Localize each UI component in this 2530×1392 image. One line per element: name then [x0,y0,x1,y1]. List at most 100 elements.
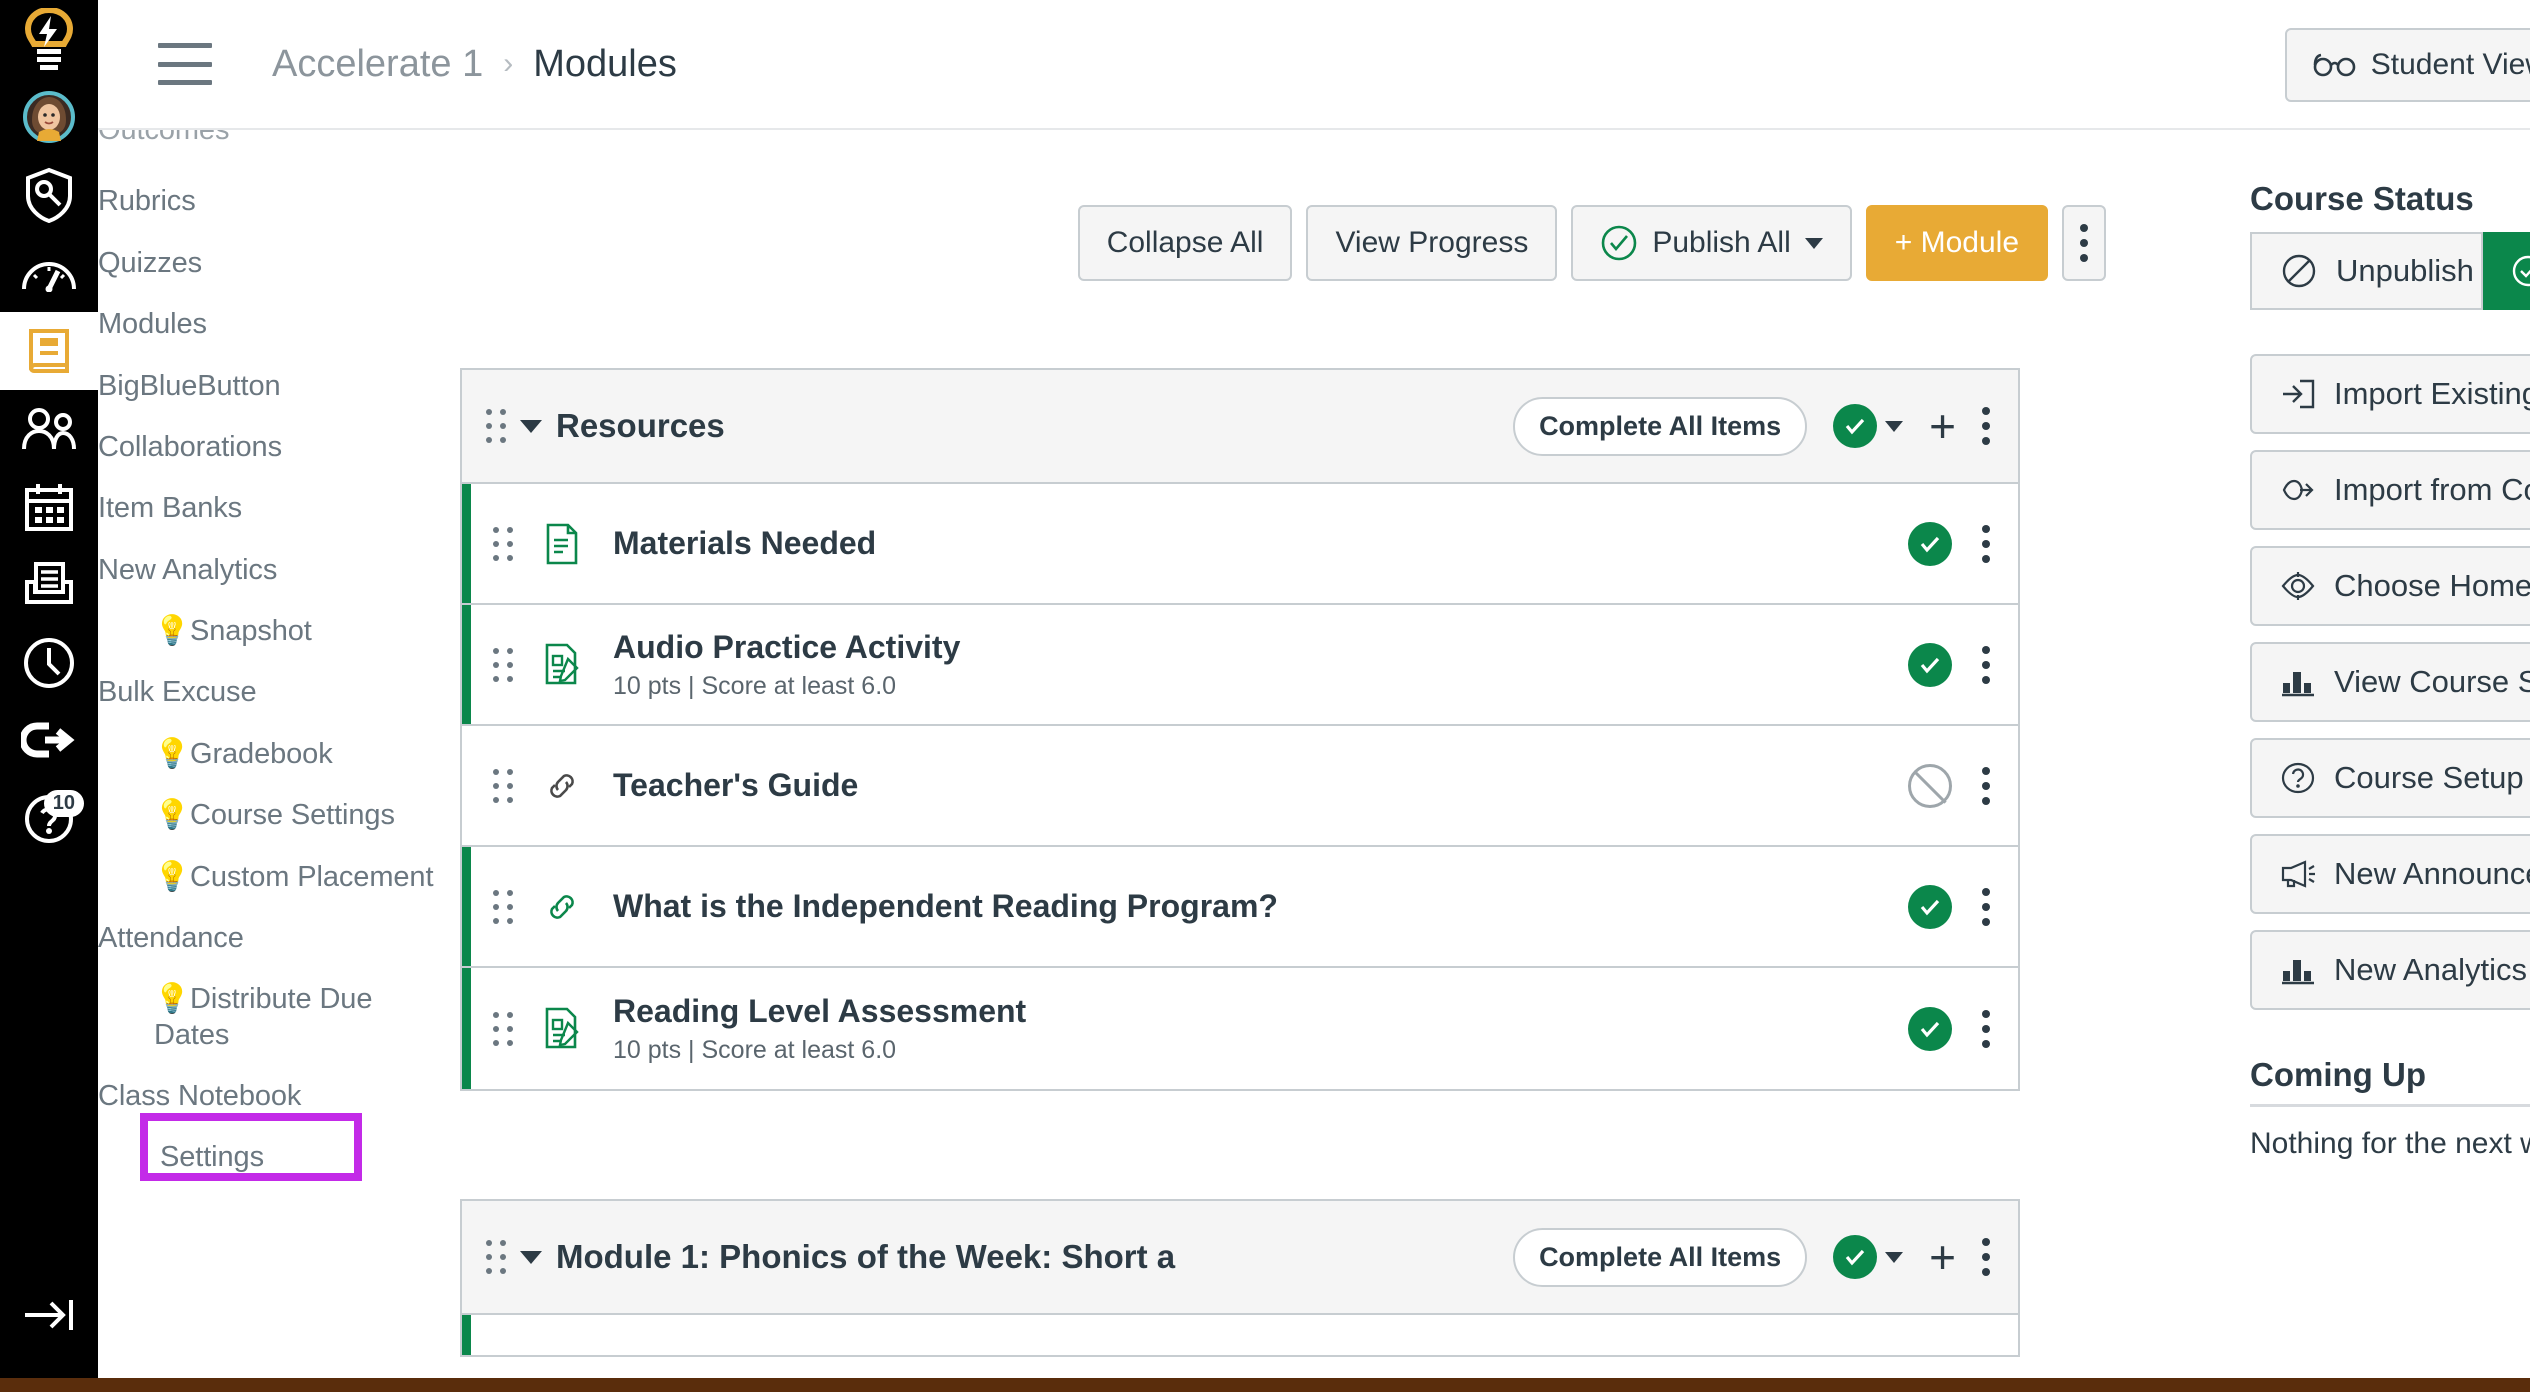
gnav-item-courses[interactable] [0,312,98,390]
publish-all-button[interactable]: Publish All [1571,205,1852,281]
module-header[interactable]: Resources Complete All Items + [462,370,2018,484]
main-content: Collapse All View Progress Publish All +… [460,132,2250,1378]
gnav-item-calendar[interactable] [0,468,98,546]
unpublished-icon[interactable] [1908,763,1952,808]
item-options-icon[interactable] [1982,524,1990,563]
module-options-icon[interactable] [1982,1238,1990,1276]
item-options-icon[interactable] [1982,766,1990,805]
module-item-title[interactable]: Audio Practice Activity [613,629,960,666]
view-progress-button[interactable]: View Progress [1306,205,1558,281]
sidebar-item-custom-placement[interactable]: 💡Custom Placement [98,847,458,908]
choose-home-page-button[interactable]: Choose Home Page [2250,546,2530,626]
complete-all-items-badge[interactable]: Complete All Items [1513,396,1808,456]
gnav-item-inbox[interactable] [0,546,98,624]
gnav-collapse-button[interactable] [0,1276,98,1354]
unpublish-button[interactable]: Unpublish [2250,232,2483,310]
add-item-icon[interactable]: + [1929,403,1956,449]
sidebar-item-modules[interactable]: Modules [98,294,458,355]
sidebar-item-class-notebook[interactable]: Class Notebook [98,1066,458,1127]
drag-handle-icon[interactable] [493,1011,515,1046]
drag-handle-icon[interactable] [493,768,515,803]
link-chain-icon [537,768,587,804]
breadcrumb-course-link[interactable]: Accelerate 1 [272,43,483,86]
gnav-item-dashboard-logo[interactable] [0,0,98,78]
megaphone-icon [2280,859,2316,889]
view-course-stream-button[interactable]: View Course Stream [2250,642,2530,722]
drag-handle-icon[interactable] [493,526,515,561]
add-module-button[interactable]: + Module [1865,205,2048,281]
link-chain-icon [537,889,587,925]
published-button[interactable]: Published [2483,232,2530,310]
sidebar-item-attendance[interactable]: Attendance [98,908,458,969]
gnav-item-account[interactable] [0,78,98,156]
item-options-icon[interactable] [1982,887,1990,926]
commons-logout-icon [21,720,77,762]
modules-options-button[interactable] [2062,205,2106,281]
item-options-icon[interactable] [1982,645,1990,684]
module-item[interactable]: Reading Level Assessment 10 pts | Score … [462,968,2018,1089]
gnav-item-history[interactable] [0,624,98,702]
module-item-actions [1908,521,1990,566]
sidebar-item-settings[interactable]: Settings [143,1127,365,1188]
gnav-item-dashboard[interactable] [0,234,98,312]
sidebar-item-collaborations[interactable]: Collaborations [98,417,458,478]
published-check-icon[interactable] [1908,884,1952,929]
publish-status-bar [462,1315,471,1355]
gnav-item-commons[interactable] [0,702,98,780]
module-publish-toggle[interactable] [1833,1235,1904,1279]
published-check-icon[interactable] [1908,642,1952,687]
sidebar-item-outcomes[interactable]: Outcomes [98,130,458,161]
module-item[interactable] [462,1315,2018,1355]
sidebar-item-bulk-excuse[interactable]: Bulk Excuse [98,662,458,723]
add-item-icon[interactable]: + [1929,1234,1956,1280]
sidebar-item-bigbluebutton[interactable]: BigBlueButton [98,356,458,417]
gnav-item-groups[interactable] [0,390,98,468]
item-options-icon[interactable] [1982,1009,1990,1048]
course-nav-toggle-icon[interactable] [158,43,212,85]
new-announcement-button[interactable]: New Announcement [2250,834,2530,914]
drag-handle-icon[interactable] [493,647,515,682]
new-analytics-button[interactable]: New Analytics [2250,930,2530,1010]
module-item-body: Teacher's Guide [613,767,858,804]
import-from-commons-button[interactable]: Import from Commons [2250,450,2530,530]
commons-hand-icon [2280,475,2316,505]
module-publish-toggle[interactable] [1833,404,1904,448]
collapse-all-button[interactable]: Collapse All [1077,205,1293,281]
sidebar-item-snapshot[interactable]: 💡Snapshot [98,601,458,662]
module-options-icon[interactable] [1982,407,1990,445]
gnav-item-help[interactable]: 10 [0,780,98,858]
collapse-caret-icon[interactable] [520,1250,542,1264]
sidebar-item-item-banks[interactable]: Item Banks [98,478,458,539]
sidebar-item-rubrics[interactable]: Rubrics [98,171,458,232]
unpublished-icon [2280,252,2318,290]
drag-handle-icon[interactable] [493,889,515,924]
sidebar-item-new-analytics[interactable]: New Analytics [98,540,458,601]
module-item-title[interactable]: What is the Independent Reading Program? [613,888,1278,925]
drag-handle-icon[interactable] [486,1240,508,1274]
collapse-caret-icon[interactable] [520,419,542,433]
module-item-title[interactable]: Materials Needed [613,525,876,562]
module-item[interactable]: Audio Practice Activity 10 pts | Score a… [462,605,2018,726]
student-view-button[interactable]: Student View [2284,28,2530,102]
gnav-item-admin[interactable] [0,156,98,234]
import-existing-content-button[interactable]: Import Existing Content [2250,354,2530,434]
sidebar-item-course-settings[interactable]: 💡Course Settings [98,785,458,846]
drag-handle-icon[interactable] [486,409,508,443]
module-item[interactable]: Materials Needed [462,484,2018,605]
module-header[interactable]: Module 1: Phonics of the Week: Short a C… [462,1201,2018,1315]
course-status-sidebar: Course Status Unpublish Published [2250,132,2530,1378]
sidebar-item-distribute-due-dates[interactable]: 💡Distribute Due Dates [98,969,458,1066]
complete-all-items-badge[interactable]: Complete All Items [1513,1227,1808,1287]
module-item-title[interactable]: Teacher's Guide [613,767,858,804]
assignment-edit-icon [537,643,587,687]
sidebar-item-gradebook[interactable]: 💡Gradebook [98,724,458,785]
published-check-icon[interactable] [1908,1006,1952,1051]
course-status-toggle-group: Unpublish Published [2250,232,2530,310]
module-item[interactable]: Teacher's Guide [462,726,2018,847]
module-item-title[interactable]: Reading Level Assessment [613,993,1026,1030]
sidebar-item-quizzes[interactable]: Quizzes [98,233,458,294]
published-check-icon[interactable] [1908,521,1952,566]
course-setup-checklist-button[interactable]: Course Setup Checklist [2250,738,2530,818]
module-item[interactable]: What is the Independent Reading Program? [462,847,2018,968]
module-item-actions [1908,763,1990,808]
